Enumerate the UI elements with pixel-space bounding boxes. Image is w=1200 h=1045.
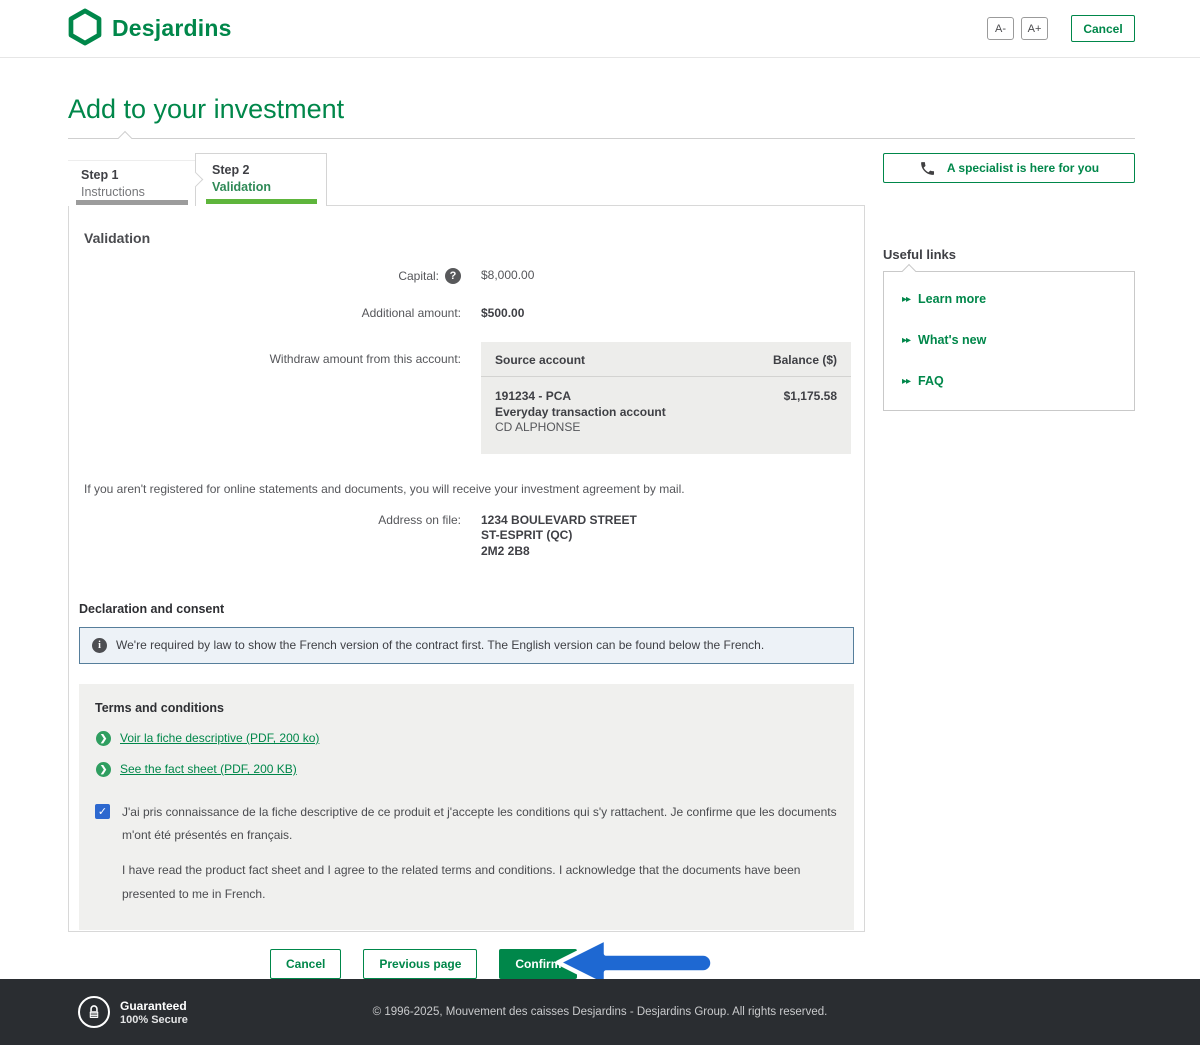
validation-panel: Validation Capital: ? $8,000.00 Addition…: [68, 205, 865, 932]
fact-sheet-link-en[interactable]: See the fact sheet (PDF, 200 KB): [120, 762, 297, 776]
additional-amount-value: $500.00: [481, 306, 524, 320]
title-divider: [68, 138, 1135, 139]
fact-sheet-link-fr[interactable]: Voir la fiche descriptive (PDF, 200 ko): [120, 731, 319, 745]
account-number: 191234 - PCA: [495, 389, 666, 405]
copyright-text: © 1996-2025, Mouvement des caisses Desja…: [373, 1006, 828, 1018]
secure-badge: Guaranteed 100% Secure: [78, 996, 188, 1028]
cancel-button[interactable]: Cancel: [270, 949, 341, 979]
capital-value: $8,000.00: [481, 268, 534, 284]
double-arrow-icon: ▸▸: [902, 294, 910, 305]
useful-link-label: FAQ: [918, 374, 944, 388]
table-row: 191234 - PCA Everyday transaction accoun…: [481, 377, 851, 454]
secure-badge-line2: 100% Secure: [120, 1014, 188, 1026]
double-arrow-icon: ▸▸: [902, 376, 910, 387]
header-cancel-button[interactable]: Cancel: [1071, 15, 1135, 42]
source-account-table: Source account Balance ($) 191234 - PCA …: [481, 342, 851, 454]
fact-sheet-link-fr-row: ❯ Voir la fiche descriptive (PDF, 200 ko…: [96, 731, 838, 746]
step-tabs: Step 1 Instructions Step 2 Validation: [68, 153, 865, 206]
top-bar: Desjardins A- A+ Cancel: [0, 0, 1200, 58]
action-buttons: Cancel Previous page Confirm: [270, 949, 865, 979]
withdraw-account-row: Withdraw amount from this account: Sourc…: [69, 342, 864, 454]
account-balance: $1,175.58: [784, 389, 837, 436]
address-line-2: ST-ESPRIT (QC): [481, 528, 637, 544]
terms-section: Terms and conditions ❯ Voir la fiche des…: [79, 684, 854, 931]
lock-icon: [78, 996, 110, 1028]
tab-step-number: Step 1: [81, 168, 195, 182]
useful-link-whats-new[interactable]: ▸▸ What's new: [902, 333, 1116, 347]
declaration-heading: Declaration and consent: [79, 602, 864, 616]
legal-info-banner: i We're required by law to show the Fren…: [79, 627, 854, 664]
previous-page-button[interactable]: Previous page: [363, 949, 477, 979]
link-arrow-icon: ❯: [96, 731, 111, 746]
page-footer: Guaranteed 100% Secure © 1996-2025, Mouv…: [0, 979, 1200, 1045]
account-holder: CD ALPHONSE: [495, 420, 666, 436]
useful-links-heading: Useful links: [883, 247, 1135, 262]
mail-notice-text: If you aren't registered for online stat…: [84, 482, 849, 496]
source-account-column-header: Source account: [495, 353, 585, 367]
address-line-1: 1234 BOULEVARD STREET: [481, 513, 637, 529]
confirm-button[interactable]: Confirm: [499, 949, 577, 979]
useful-links-box: ▸▸ Learn more ▸▸ What's new ▸▸ FAQ: [883, 271, 1135, 411]
tab-step-label: Validation: [212, 180, 326, 194]
consent-text-english: I have read the product fact sheet and I…: [122, 859, 838, 906]
tab-step-number: Step 2: [212, 163, 326, 177]
address-label: Address on file:: [378, 513, 461, 527]
useful-link-label: What's new: [918, 333, 986, 347]
page-title: Add to your investment: [68, 94, 1135, 125]
additional-amount-label: Additional amount:: [362, 306, 461, 320]
additional-amount-row: Additional amount: $500.00: [69, 306, 864, 320]
tab-step2-validation[interactable]: Step 2 Validation: [195, 153, 327, 206]
useful-link-faq[interactable]: ▸▸ FAQ: [902, 374, 1116, 388]
tab-step1-instructions[interactable]: Step 1 Instructions: [68, 160, 195, 206]
balance-column-header: Balance ($): [773, 353, 837, 367]
secure-badge-line1: Guaranteed: [120, 999, 188, 1013]
tab1-progress-bar: [76, 200, 188, 205]
withdraw-account-label: Withdraw amount from this account:: [270, 352, 461, 366]
capital-help-icon[interactable]: ?: [445, 268, 461, 284]
account-type: Everyday transaction account: [495, 405, 666, 421]
capital-label: Capital:: [398, 269, 439, 283]
validation-heading: Validation: [84, 230, 864, 246]
terms-heading: Terms and conditions: [95, 701, 838, 715]
fact-sheet-link-en-row: ❯ See the fact sheet (PDF, 200 KB): [96, 762, 838, 777]
specialist-button[interactable]: A specialist is here for you: [883, 153, 1135, 183]
desjardins-hexagon-icon: [68, 8, 102, 49]
useful-link-learn-more[interactable]: ▸▸ Learn more: [902, 292, 1116, 306]
info-icon: i: [92, 638, 107, 653]
brand-name: Desjardins: [112, 15, 232, 42]
font-size-decrease-button[interactable]: A-: [987, 17, 1014, 40]
link-arrow-icon: ❯: [96, 762, 111, 777]
tab-step-label: Instructions: [81, 185, 195, 199]
double-arrow-icon: ▸▸: [902, 335, 910, 346]
useful-link-label: Learn more: [918, 292, 986, 306]
capital-row: Capital: ? $8,000.00: [69, 268, 864, 284]
font-size-increase-button[interactable]: A+: [1021, 17, 1048, 40]
address-line-3: 2M2 2B8: [481, 544, 637, 560]
tab2-progress-bar: [206, 199, 317, 204]
address-row: Address on file: 1234 BOULEVARD STREET S…: [69, 513, 864, 560]
main-content: Add to your investment Step 1 Instructio…: [0, 58, 1200, 979]
consent-checkbox[interactable]: ✓: [95, 804, 110, 819]
specialist-button-label: A specialist is here for you: [947, 161, 1099, 175]
desjardins-logo[interactable]: Desjardins: [68, 8, 232, 49]
legal-info-text: We're required by law to show the French…: [116, 638, 764, 652]
phone-icon: [919, 160, 936, 177]
consent-text-french: J'ai pris connaissance de la fiche descr…: [122, 801, 838, 848]
